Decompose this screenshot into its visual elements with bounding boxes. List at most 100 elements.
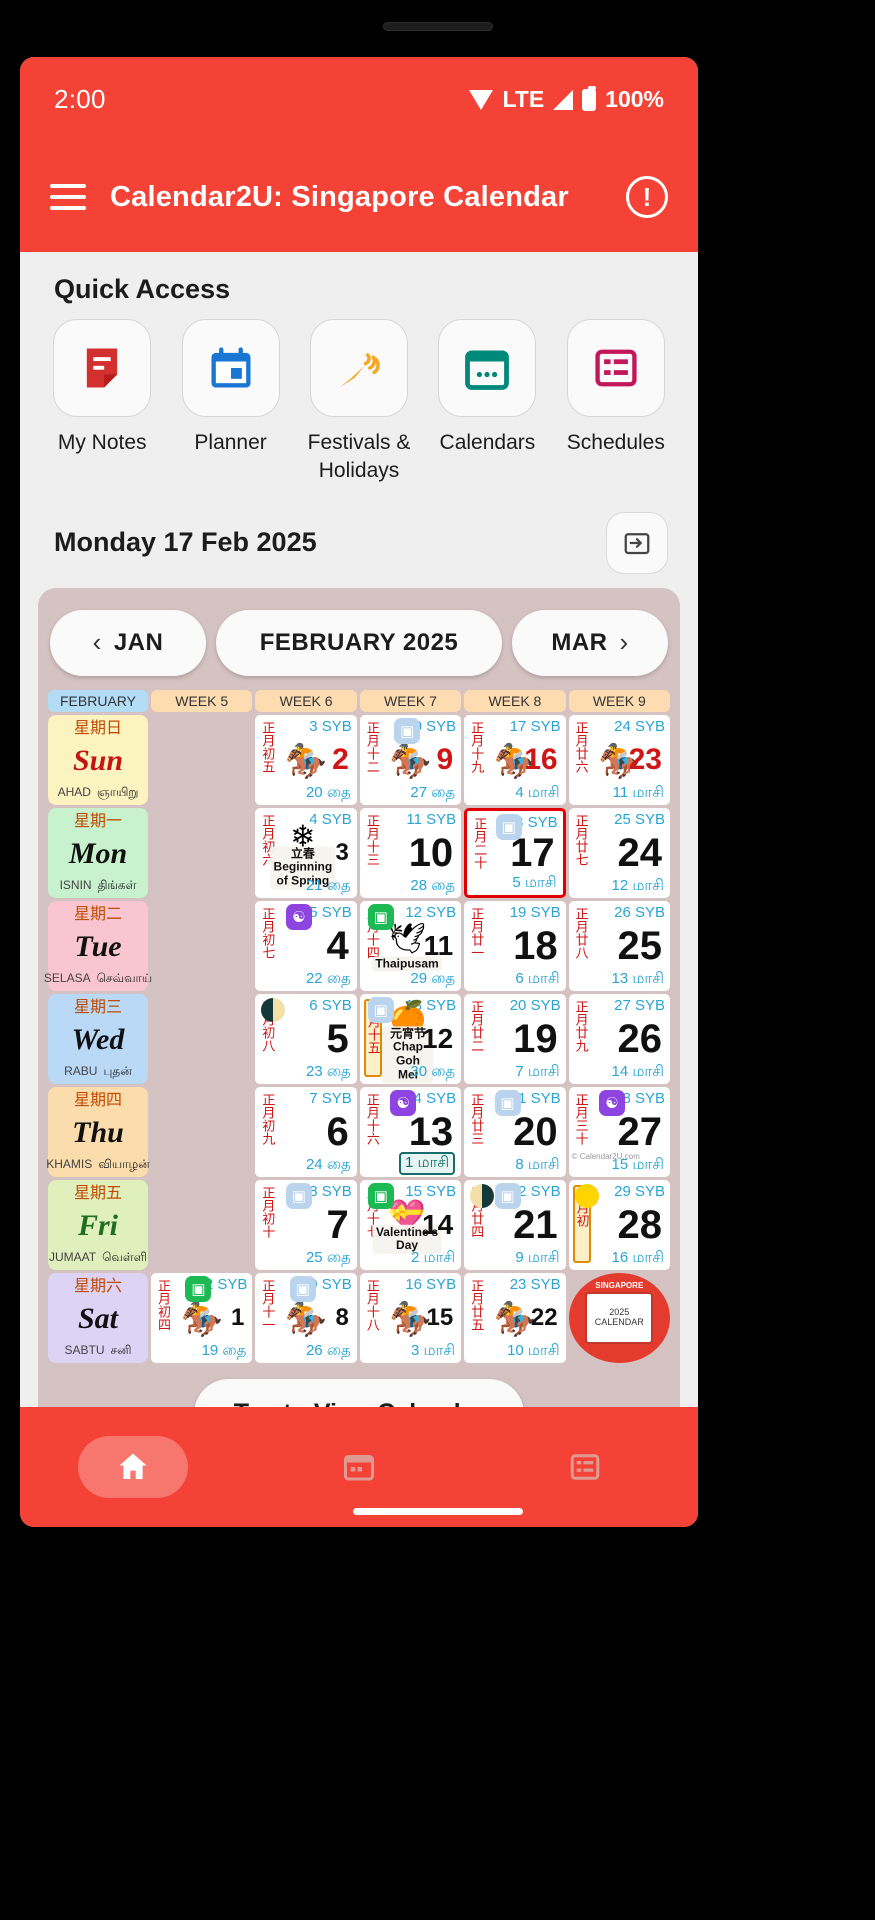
calendar-cell[interactable]: 15 SYB 正月十七 💝 Valentine's Day ▣ 14 2 மாசி bbox=[359, 1179, 462, 1270]
tamil-date: 22 தை bbox=[305, 969, 351, 987]
chevron-right-icon: › bbox=[619, 627, 629, 658]
tamil-date: 5 மாசி bbox=[512, 873, 557, 891]
calendar-cell[interactable]: 8 SYB 正月初十 ▣ 7 25 தை bbox=[255, 1179, 357, 1270]
quick-access-item-my-notes[interactable]: My Notes bbox=[38, 319, 166, 486]
day-name-english: Thu bbox=[72, 1116, 124, 1150]
quick-access-label: Festivals & Holidays bbox=[307, 431, 411, 483]
calendar-cell[interactable]: 3 SYB 正月初五 🏇 2 20 தை bbox=[255, 714, 357, 805]
calendar-cell[interactable]: 13 SYB 正月十五 🍊 元宵节 Chap Goh Mei ▣ 12 30 தை bbox=[359, 993, 462, 1084]
day-of-week-header-thu: 星期四 Thu KHAMIS வியாழன் bbox=[46, 1086, 150, 1177]
calendar-cell[interactable]: 23 SYB 正月廿五 🏇 22 10 மாசி bbox=[464, 1272, 566, 1363]
calendar-cell[interactable]: 29 SYB正月初2816 மாசி bbox=[568, 1179, 670, 1270]
calendar-cell-empty bbox=[151, 715, 252, 805]
day-number: 15 bbox=[426, 1303, 454, 1331]
moon-phase-icon bbox=[470, 1183, 495, 1208]
calendar-cell[interactable]: 11 SYB 正月十三 10 28 தை bbox=[359, 807, 462, 898]
battery-icon bbox=[582, 85, 597, 111]
sg-badge-inner: 2025 CALENDAR bbox=[585, 1291, 654, 1344]
day-name-chinese: 星期三 bbox=[73, 998, 122, 1016]
day-number: 16 bbox=[524, 742, 558, 776]
tamil-date: 12 மாசி bbox=[611, 876, 664, 894]
home-icon[interactable] bbox=[78, 1436, 188, 1498]
info-icon[interactable]: ! bbox=[626, 176, 668, 218]
bottom-nav-item-list[interactable] bbox=[472, 1449, 698, 1485]
day-number: 4 bbox=[326, 923, 349, 968]
bottom-nav-item-calendar[interactable] bbox=[246, 1449, 472, 1485]
calendar-cell[interactable]: 26 SYB 正月廿八 25 13 மாசி bbox=[568, 900, 670, 991]
quick-access-item-planner[interactable]: Planner bbox=[166, 319, 294, 486]
week-header: WEEK 5 bbox=[151, 689, 253, 712]
calendars-icon[interactable] bbox=[438, 319, 537, 417]
hamburger-menu-icon[interactable] bbox=[50, 184, 86, 210]
day-number: 5 bbox=[326, 1016, 349, 1061]
tamil-date: 4 மாசி bbox=[515, 783, 560, 801]
day-name-chinese: 星期日 bbox=[73, 719, 122, 737]
calendar-cell[interactable]: 16 SYB 正月十八 🏇 15 3 மாசி bbox=[359, 1272, 462, 1363]
calendar-cell[interactable]: 20 SYB 正月廿二 19 7 மாசி bbox=[464, 993, 566, 1084]
calendar-cell[interactable]: 12 SYB 正月十四 🕊 Thaipusam ▣ 11 29 தை bbox=[359, 900, 462, 991]
calendar-cell-empty bbox=[151, 901, 252, 991]
calendar-cell[interactable]: 27 SYB 正月廿九 26 14 மாசி bbox=[568, 993, 670, 1084]
tamil-date: 21 தை bbox=[305, 876, 351, 894]
lunar-date: 正月十六 bbox=[364, 1092, 380, 1145]
next-month-button[interactable]: MAR › bbox=[512, 609, 668, 676]
calendar-cell[interactable]: 9 SYB 正月十一 🏇 ▣ 8 26 தை bbox=[255, 1272, 357, 1363]
day-number: 14 bbox=[422, 1208, 454, 1240]
day-number: 2 bbox=[332, 742, 349, 776]
calendar-cell[interactable]: 17 SYB 正月十九 🏇 16 4 மாசி bbox=[464, 714, 566, 805]
day-name-tamil: ஞாயிறு bbox=[96, 785, 139, 800]
calendar-cell[interactable]: 28 SYB 正月三十 ☯ 27 15 மாசி © Calendar2U.com bbox=[568, 1086, 670, 1177]
quick-access-item-schedules[interactable]: Schedules bbox=[552, 319, 680, 486]
tamil-date: 24 தை bbox=[305, 1155, 351, 1173]
calendar-cell[interactable]: 2 SYB 正月初四 🏇 ▣ 1 19 தை bbox=[151, 1272, 253, 1363]
quick-access-section: Quick Access My Notes Planner Festivals … bbox=[20, 252, 698, 486]
day-name-malay: RABU bbox=[64, 1064, 98, 1079]
day-name-tamil: புதன் bbox=[103, 1064, 132, 1079]
event-badge-icon: ▣ bbox=[367, 996, 394, 1023]
lunar-date: 正月初十 bbox=[260, 1185, 276, 1238]
phone-frame: 2:00 LTE 100% Calendar2U: Singapore Cale… bbox=[0, 0, 875, 1920]
singapore-calendar-badge[interactable]: SINGAPORE 2025 CALENDAR bbox=[568, 1272, 670, 1363]
jump-to-date-icon[interactable] bbox=[606, 511, 668, 574]
tamil-date: 19 தை bbox=[201, 1341, 247, 1359]
watermark: © Calendar2U.com bbox=[571, 1151, 640, 1161]
calendar-grid[interactable]: FEBRUARY WEEK 5 WEEK 6 WEEK 7 WEEK 8 WEEK 9 星期… bbox=[44, 689, 670, 1363]
calendar-cell[interactable]: 25 SYB 正月廿七 24 12 மாசி bbox=[568, 807, 670, 898]
calendar-cell[interactable]: 5 SYB 正月初七 ☯ 4 22 தை bbox=[255, 900, 357, 991]
calendar-cell[interactable]: 24 SYB 正月廿六 🏇 23 11 மாசி bbox=[568, 714, 670, 805]
tamil-date: 9 மாசி bbox=[515, 1248, 560, 1266]
lunar-date: 正月廿三 bbox=[469, 1092, 485, 1145]
day-name-malay: AHAD bbox=[57, 785, 91, 800]
calendar-cell[interactable]: 21 SYB 正月廿三 ▣ 20 8 மாசி bbox=[464, 1086, 566, 1177]
calendar-card: ‹ JAN FEBRUARY 2025 MAR › FEBRUARY WEEK 5… bbox=[38, 587, 680, 1465]
calendar-cell[interactable]: 14 SYB 正月十六 ☯ 13 1 மாசி bbox=[359, 1086, 462, 1177]
calendar-cell[interactable]: 19 SYB 正月廿一 18 6 மாசி bbox=[464, 900, 566, 991]
tamil-date: 2 மாசி bbox=[411, 1248, 456, 1266]
day-number: 25 bbox=[617, 923, 663, 968]
prev-month-button[interactable]: ‹ JAN bbox=[50, 609, 206, 676]
calendar-cell[interactable]: 22 SYB 正月廿四 ▣ 21 9 மாசி bbox=[464, 1179, 566, 1270]
quick-access-item-festivals-holidays[interactable]: Festivals & Holidays bbox=[295, 319, 423, 486]
day-name-english: Sat bbox=[77, 1302, 119, 1336]
horse-racing-icon: 🏇 bbox=[284, 742, 328, 781]
day-number: 24 bbox=[617, 830, 663, 875]
bottom-nav-item-home[interactable] bbox=[20, 1436, 246, 1498]
party-popper-icon[interactable] bbox=[310, 319, 409, 417]
syb-number: 5 SYB bbox=[309, 903, 352, 921]
tamil-date: 16 மாசி bbox=[611, 1248, 664, 1266]
event-badge-icon: ☯ bbox=[285, 903, 312, 930]
current-month-button[interactable]: FEBRUARY 2025 bbox=[216, 609, 502, 676]
quick-access-item-calendars[interactable]: Calendars bbox=[423, 319, 551, 486]
notes-icon[interactable] bbox=[53, 319, 152, 417]
calendar-cell[interactable]: 6 SYB 正月初八 5 23 தை bbox=[255, 993, 357, 1084]
calendar-cell[interactable]: 7 SYB 正月初九 6 24 தை bbox=[255, 1086, 357, 1177]
calendar-icon bbox=[344, 1455, 374, 1481]
syb-number: 3 SYB bbox=[309, 717, 352, 735]
calendar-cell[interactable]: 10 SYB 正月十二 🏇 ▣ 9 27 தை bbox=[359, 714, 462, 805]
month-navigation: ‹ JAN FEBRUARY 2025 MAR › bbox=[48, 602, 670, 690]
planner-calendar-icon[interactable] bbox=[181, 319, 280, 417]
schedules-list-icon[interactable] bbox=[566, 319, 665, 417]
calendar-cell-today[interactable]: 18 SYB 正月二十 ▣ 17 5 மாசி bbox=[464, 807, 566, 898]
calendar-cell[interactable]: 4 SYB 正月初六 ❄ 立春 Beginning of Spring 3 21 தை bbox=[255, 807, 357, 898]
day-number: 22 bbox=[530, 1303, 558, 1331]
